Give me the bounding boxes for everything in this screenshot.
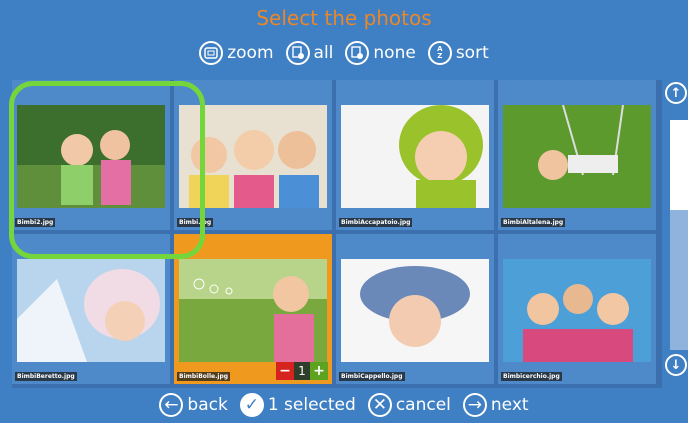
back-button[interactable]: ← back — [159, 393, 228, 417]
sort-icon: AZ — [427, 41, 452, 65]
scroll-down-icon[interactable]: ↓ — [665, 354, 687, 376]
photo-tile[interactable]: Bimbi.jpg — [174, 80, 332, 230]
back-arrow-icon: ← — [159, 393, 184, 417]
cancel-button[interactable]: ✕ cancel — [367, 393, 451, 417]
zoom-label: zoom — [227, 43, 274, 63]
select-none-icon — [345, 41, 370, 65]
photo-tile-selected[interactable]: BimbiBolle.jpg − 1 + — [174, 234, 332, 384]
photo-tile[interactable]: BimbiAltalena.jpg — [498, 80, 656, 230]
sort-label: sort — [455, 43, 489, 63]
photo-thumbnail — [17, 259, 165, 362]
photo-filename: Bimbicerchio.jpg — [501, 372, 562, 381]
photo-filename: Bimbi.jpg — [177, 218, 214, 227]
bottom-bar: ← back ✓ 1 selected ✕ cancel → next — [0, 393, 688, 417]
photo-thumbnail — [341, 259, 489, 362]
increment-button[interactable]: + — [310, 362, 328, 380]
photo-thumbnail — [341, 105, 489, 208]
select-none-label: none — [373, 43, 416, 63]
close-icon: ✕ — [367, 393, 392, 417]
photo-thumbnail — [503, 105, 651, 208]
scroll-up-icon[interactable]: ↑ — [665, 82, 687, 104]
photo-filename: BimbiAltalena.jpg — [501, 218, 566, 227]
page-title: Select the photos — [256, 6, 432, 30]
zoom-button[interactable]: zoom — [199, 41, 274, 65]
cancel-label: cancel — [395, 395, 451, 415]
quantity-stepper: − 1 + — [276, 362, 328, 380]
select-all-button[interactable]: all — [285, 41, 334, 65]
zoom-icon — [199, 41, 224, 65]
select-all-label: all — [313, 43, 334, 63]
toolbar: zoom all none AZ sort — [0, 41, 688, 65]
next-label: next — [490, 395, 529, 415]
photo-thumbnail — [179, 105, 327, 208]
photo-filename: BimbiCappello.jpg — [339, 372, 405, 381]
photo-thumbnail — [503, 259, 651, 362]
next-arrow-icon: → — [462, 393, 487, 417]
next-button[interactable]: → next — [462, 393, 529, 417]
photo-filename: BimbiBolle.jpg — [177, 372, 231, 381]
scroll-thumb[interactable] — [670, 120, 688, 210]
photo-filename: BimbiAccapatoio.jpg — [339, 218, 413, 227]
selected-indicator[interactable]: ✓ 1 selected — [239, 393, 356, 417]
sort-button[interactable]: AZ sort — [427, 41, 489, 65]
selected-count-label: 1 selected — [267, 395, 356, 415]
photo-filename: Bimbi2.jpg — [15, 218, 56, 227]
photo-thumbnail — [17, 105, 165, 208]
quantity-value: 1 — [298, 364, 306, 378]
photo-tile[interactable]: BimbiBeretto.jpg — [12, 234, 170, 384]
checkmark-icon: ✓ — [239, 393, 264, 417]
photo-grid: Bimbi2.jpg Bimbi.jpg BimbiAccapatoio.jpg… — [12, 80, 662, 388]
photo-filename: BimbiBeretto.jpg — [15, 372, 77, 381]
decrement-button[interactable]: − — [276, 362, 294, 380]
scroll-track[interactable] — [670, 120, 688, 350]
photo-tile[interactable]: BimbiAccapatoio.jpg — [336, 80, 494, 230]
photo-tile[interactable]: Bimbicerchio.jpg — [498, 234, 656, 384]
photo-tile[interactable]: BimbiCappello.jpg — [336, 234, 494, 384]
photo-thumbnail — [179, 259, 327, 362]
photo-tile[interactable]: Bimbi2.jpg — [12, 80, 170, 230]
select-all-icon — [285, 41, 310, 65]
select-none-button[interactable]: none — [345, 41, 416, 65]
back-label: back — [187, 395, 228, 415]
scrollbar[interactable]: ↑ ↓ — [663, 82, 688, 382]
